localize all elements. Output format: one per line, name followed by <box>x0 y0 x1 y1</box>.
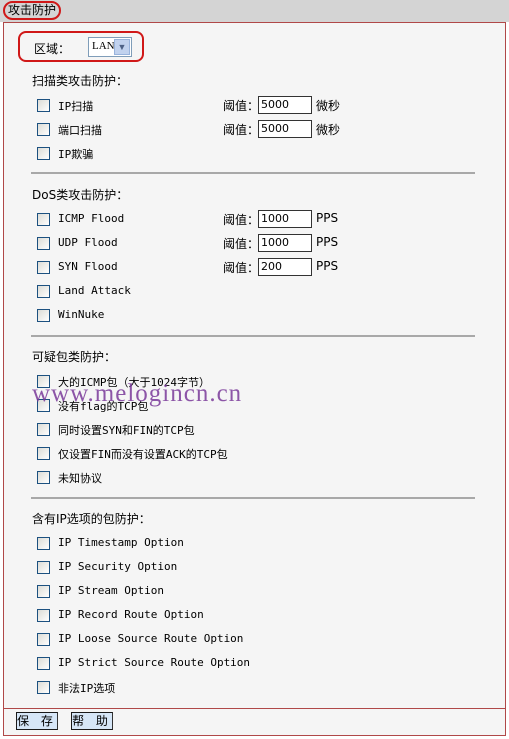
threshold-unit: 微秒 <box>316 123 341 137</box>
zone-select-value: LAN <box>92 40 115 52</box>
option-label: 非法IP选项 <box>58 682 116 695</box>
checkbox[interactable] <box>37 447 50 460</box>
threshold-label: 阈值： <box>223 237 260 251</box>
help-button[interactable]: 帮 助 <box>71 712 113 730</box>
threshold-unit: PPS <box>316 211 339 225</box>
checkbox[interactable] <box>37 99 50 112</box>
option-label: 未知协议 <box>58 472 102 485</box>
checkbox[interactable] <box>37 561 50 574</box>
chevron-down-icon[interactable]: ▼ <box>114 39 130 55</box>
page-title: 攻击防护 <box>3 1 62 20</box>
option-label: IP扫描 <box>58 100 94 113</box>
threshold-label: 阈值： <box>223 213 260 227</box>
footer-divider <box>4 708 505 709</box>
checkbox[interactable] <box>37 609 50 622</box>
checkbox[interactable] <box>37 633 50 646</box>
checkbox[interactable] <box>37 213 50 226</box>
option-label: 仅设置FIN而没有设置ACK的TCP包 <box>58 448 228 461</box>
option-label: UDP Flood <box>58 236 118 249</box>
option-label: ICMP Flood <box>58 212 125 225</box>
threshold-input[interactable]: 200 <box>258 258 312 276</box>
option-label: WinNuke <box>58 308 105 321</box>
zone-select[interactable]: LAN ▼ <box>88 37 132 57</box>
threshold-unit: PPS <box>316 235 339 249</box>
option-label: IP Record Route Option <box>58 608 204 621</box>
checkbox[interactable] <box>37 309 50 322</box>
threshold-unit: PPS <box>316 259 339 273</box>
checkbox[interactable] <box>37 471 50 484</box>
option-label: 端口扫描 <box>58 124 102 137</box>
title-bar: 攻击防护 <box>0 0 509 22</box>
threshold-label: 阈值： <box>223 99 260 113</box>
zone-label: 区域： <box>34 42 71 56</box>
option-label: IP Timestamp Option <box>58 536 184 549</box>
threshold-label: 阈值： <box>223 123 260 137</box>
threshold-unit: 微秒 <box>316 99 341 113</box>
section-title: DoS类攻击防护： <box>32 188 129 202</box>
option-label: IP Security Option <box>58 560 178 573</box>
attack-protection-panel: 区域： LAN ▼ 保 存 帮 助 扫描类攻击防护： IP扫描 阈值： 5000 微秒端… <box>3 22 506 736</box>
checkbox[interactable] <box>37 423 50 436</box>
threshold-label: 阈值： <box>223 261 260 275</box>
threshold-input[interactable]: 1000 <box>258 234 312 252</box>
section-title: 含有IP选项的包防护： <box>32 512 151 526</box>
section-divider <box>31 497 475 499</box>
checkbox[interactable] <box>37 285 50 298</box>
checkbox[interactable] <box>37 585 50 598</box>
checkbox[interactable] <box>37 681 50 694</box>
section-divider <box>31 172 475 174</box>
checkbox[interactable] <box>37 147 50 160</box>
checkbox[interactable] <box>37 237 50 250</box>
watermark: www.melogincn.cn <box>32 380 243 407</box>
save-button[interactable]: 保 存 <box>16 712 58 730</box>
section-title: 扫描类攻击防护： <box>32 74 129 88</box>
option-label: IP Loose Source Route Option <box>58 632 244 645</box>
option-label: IP Strict Source Route Option <box>58 656 251 669</box>
checkbox[interactable] <box>37 537 50 550</box>
option-label: IP Stream Option <box>58 584 164 597</box>
checkbox[interactable] <box>37 123 50 136</box>
threshold-input[interactable]: 5000 <box>258 96 312 114</box>
checkbox[interactable] <box>37 657 50 670</box>
threshold-input[interactable]: 5000 <box>258 120 312 138</box>
section-divider <box>31 335 475 337</box>
option-label: 同时设置SYN和FIN的TCP包 <box>58 424 195 437</box>
section-title: 可疑包类防护： <box>32 350 117 364</box>
zone-group: 区域： LAN ▼ <box>18 31 144 62</box>
option-label: SYN Flood <box>58 260 118 273</box>
checkbox[interactable] <box>37 261 50 274</box>
option-label: Land Attack <box>58 284 131 297</box>
option-label: IP欺骗 <box>58 148 94 161</box>
threshold-input[interactable]: 1000 <box>258 210 312 228</box>
